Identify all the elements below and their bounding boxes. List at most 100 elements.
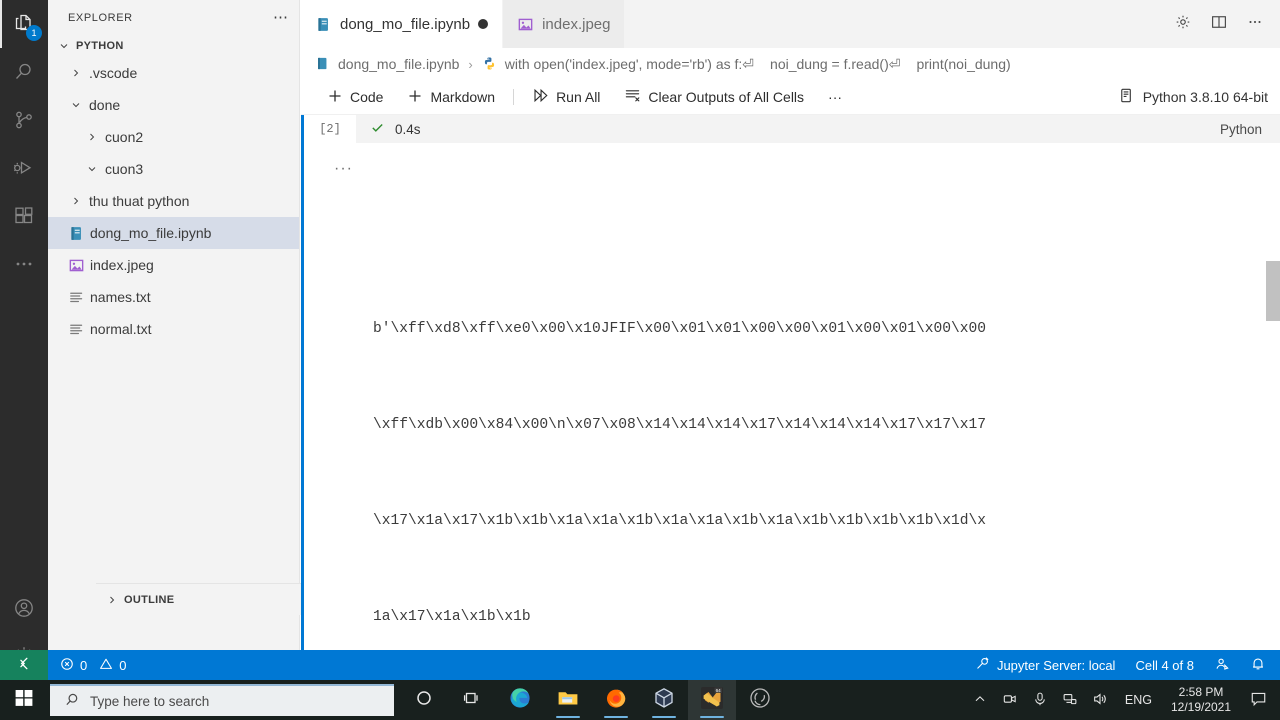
activity-bar: 1 (0, 0, 48, 680)
clear-outputs-button[interactable]: Clear Outputs of All Cells (612, 80, 816, 115)
tree-item-names-txt[interactable]: names.txt (48, 281, 299, 313)
cell-duration: 0.4s (395, 121, 421, 137)
taskbar-visual-studio-code[interactable]: 64 (688, 680, 736, 720)
status-problems[interactable]: 0 0 (48, 657, 126, 674)
tray-network[interactable] (1055, 680, 1085, 720)
tray-language[interactable]: ENG (1115, 693, 1162, 707)
tab-dirty-indicator[interactable] (478, 19, 489, 29)
editor-area: dong_mo_file.ipynb index.jpeg dong_mo_fi… (301, 0, 1280, 650)
svg-text:64: 64 (716, 688, 722, 693)
notebook-icon (68, 225, 85, 242)
cell-output[interactable]: ··· b'\xff\xd8\xff\xe0\x00\x10JFIF\x00\x… (304, 143, 1280, 650)
text-file-icon (68, 289, 85, 306)
breadcrumb-item-line2[interactable]: noi_dung = f.read()⏎ (770, 56, 900, 73)
bell-icon (1250, 656, 1266, 675)
tree-item-normal-txt[interactable]: normal.txt (48, 313, 299, 345)
sidebar-more-icon[interactable]: ⋯ (273, 10, 289, 25)
network-icon (1062, 691, 1078, 710)
sidebar-header: EXPLORER ⋯ (48, 0, 299, 35)
kernel-selector[interactable]: Python 3.8.10 64-bit (1118, 87, 1280, 107)
activitybar-item-extensions[interactable] (0, 192, 48, 240)
taskbar-microsoft-edge[interactable] (496, 680, 544, 720)
taskbar-obs-studio[interactable] (736, 680, 784, 720)
status-notifications[interactable] (1250, 656, 1266, 675)
microphone-icon (1032, 691, 1048, 710)
remote-window-indicator[interactable] (0, 650, 48, 680)
tray-microphone[interactable] (1025, 680, 1055, 720)
edge-icon (508, 686, 532, 715)
start-button[interactable] (0, 680, 48, 720)
status-cell-position[interactable]: Cell 4 of 8 (1135, 658, 1194, 673)
tray-volume[interactable] (1085, 680, 1115, 720)
activitybar-item-run-and-debug[interactable] (0, 144, 48, 192)
status-jupyter-server[interactable]: Jupyter Server: local (975, 656, 1115, 674)
taskbar-virtualbox[interactable] (640, 680, 688, 720)
breadcrumb-item-file[interactable]: dong_mo_file.ipynb (315, 56, 459, 73)
search-icon (64, 692, 80, 711)
breadcrumb-item-cell[interactable]: with open('index.jpeg', mode='rb') as f:… (482, 56, 754, 73)
tree-item-cuon3[interactable]: cuon3 (48, 153, 299, 185)
folder-icon (556, 686, 580, 715)
tray-camera[interactable] (995, 680, 1025, 720)
run-all-button[interactable]: Run All (520, 80, 612, 115)
taskbar-search-box[interactable]: Type here to search (50, 684, 394, 716)
chevron-up-icon (973, 692, 987, 709)
output-collapse-dots[interactable]: ··· (334, 153, 353, 185)
virtualbox-icon (652, 686, 676, 715)
tray-chevron-up[interactable] (965, 680, 995, 720)
sidebar-section-python[interactable]: PYTHON (48, 35, 299, 57)
tray-date: 12/19/2021 (1170, 700, 1232, 714)
tray-action-center[interactable] (1240, 680, 1276, 720)
tree-item-label: index.jpeg (90, 257, 154, 273)
taskbar-task-view[interactable] (448, 680, 496, 720)
editor-scrollbar[interactable] (1266, 261, 1280, 321)
plus-icon (327, 88, 343, 107)
tree-item-dong-mo-file-ipynb[interactable]: dong_mo_file.ipynb (48, 217, 299, 249)
activitybar-item-search[interactable] (0, 48, 48, 96)
output-line: \xff\xdb\x00\x84\x00\n\x07\x08\x14\x14\x… (373, 409, 1280, 441)
status-feedback[interactable] (1214, 656, 1230, 675)
tree-item-thu-thuat-python[interactable]: thu thuat python (48, 185, 299, 217)
tree-item-vscode[interactable]: .vscode (48, 57, 299, 89)
split-editor-icon[interactable] (1210, 13, 1228, 36)
taskbar-cortana[interactable] (400, 680, 448, 720)
output-span: \xff\xdb\x00\x84\x00\n\x07\x08\x14\x14\x… (373, 417, 987, 433)
cell-language[interactable]: Python (1220, 122, 1280, 137)
output-span: b'\xff\xd8\xff\xe0\x00\x10JFIF\x00\x01\x… (373, 321, 987, 337)
tray-time: 2:58 PM (1178, 685, 1224, 699)
gear-icon[interactable] (1174, 13, 1192, 36)
breadcrumb-item-line3[interactable]: print(noi_dung) (916, 56, 1010, 72)
taskbar-firefox[interactable] (592, 680, 640, 720)
activitybar-item-source-control[interactable] (0, 96, 48, 144)
toolbar-divider (513, 89, 515, 105)
tree-item-label: names.txt (90, 289, 151, 305)
add-markdown-label: Markdown (430, 89, 496, 105)
notebook-cell-output-area: [2] 0.4s Python ··· b'\xff\xd8\xff\xe0\x… (301, 115, 1280, 650)
tree-item-index-jpeg[interactable]: index.jpeg (48, 249, 299, 281)
vscode-window: 1 EXPLORER ⋯ PYTHON .vscode done cuon2 c… (0, 0, 1280, 720)
cortana-circle-icon (414, 688, 434, 713)
activitybar-item-more-views[interactable] (0, 240, 48, 288)
ellipsis-icon[interactable] (1246, 13, 1264, 36)
activitybar-item-explorer[interactable]: 1 (0, 0, 48, 48)
tab-label: index.jpeg (542, 15, 611, 33)
plus-icon (407, 88, 423, 107)
notebook-toolbar: Code Markdown Run All Clear Outputs of A… (301, 80, 1280, 115)
account-icon (12, 596, 36, 620)
add-markdown-cell-button[interactable]: Markdown (395, 80, 507, 115)
taskbar-file-explorer[interactable] (544, 680, 592, 720)
tree-item-cuon2[interactable]: cuon2 (48, 121, 299, 153)
tab-dong-mo-file-ipynb[interactable]: dong_mo_file.ipynb (301, 0, 504, 48)
toolbar-more-button[interactable]: ··· (816, 80, 854, 115)
chevron-down-icon (84, 161, 100, 177)
firefox-icon (604, 686, 628, 715)
activitybar-item-accounts[interactable] (0, 584, 48, 632)
tree-item-done[interactable]: done (48, 89, 299, 121)
tab-index-jpeg[interactable]: index.jpeg (503, 0, 626, 48)
breadcrumb-separator: › (468, 56, 473, 72)
server-icon (1118, 87, 1135, 107)
ellipsis-icon (12, 252, 36, 276)
tray-clock[interactable]: 2:58 PM 12/19/2021 (1162, 685, 1240, 715)
add-code-cell-button[interactable]: Code (315, 80, 395, 115)
ellipsis-icon: ··· (828, 89, 843, 105)
